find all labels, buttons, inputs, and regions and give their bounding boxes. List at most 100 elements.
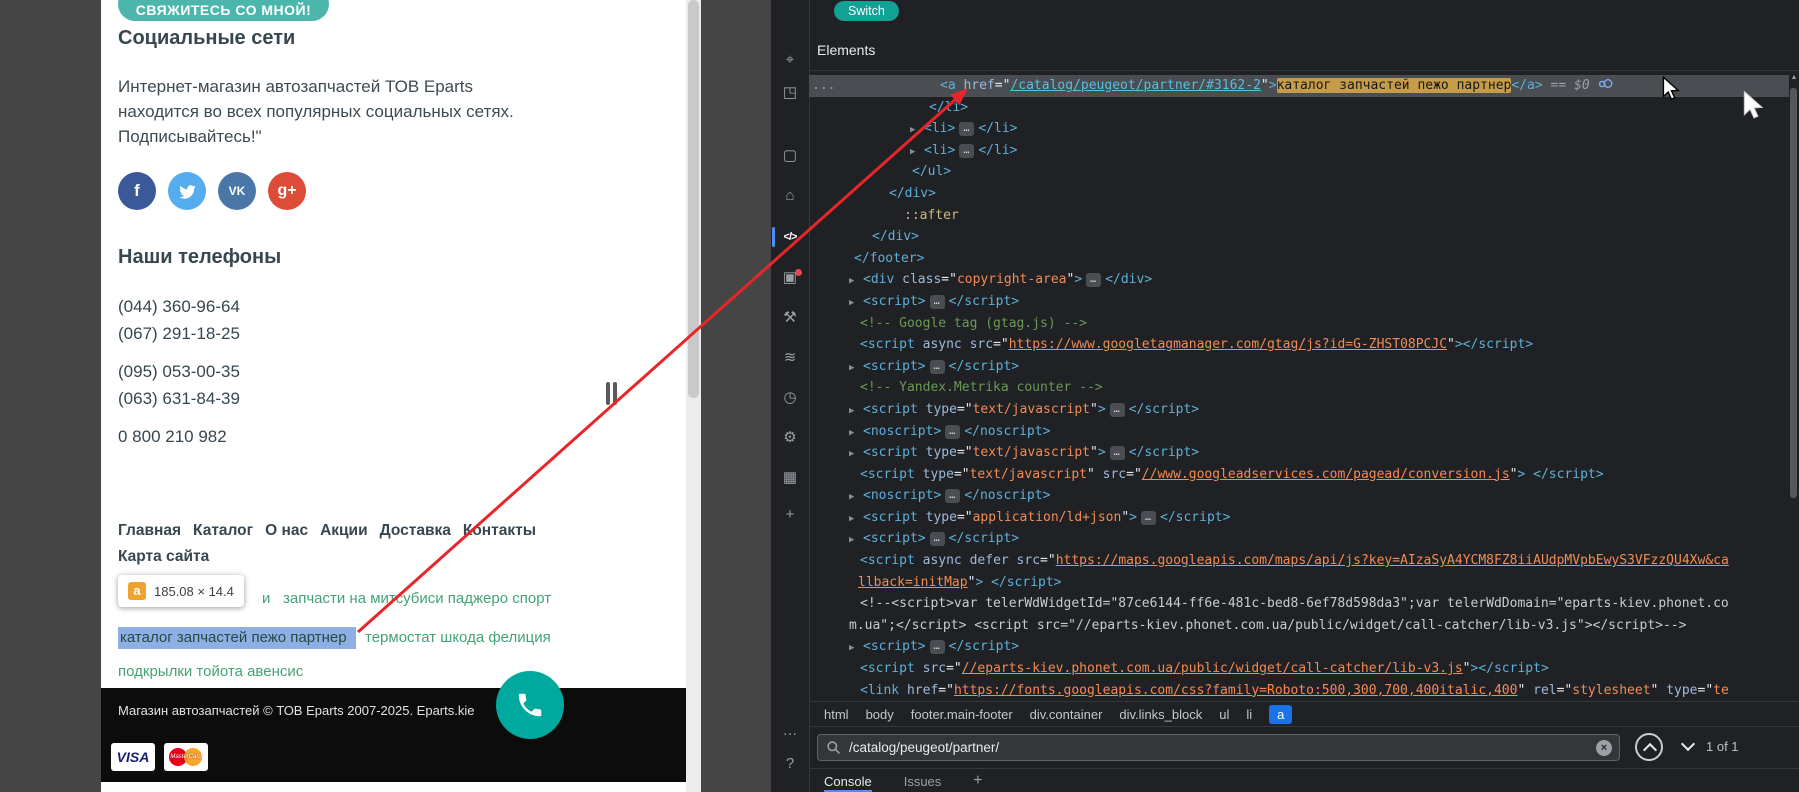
code-line[interactable]: <script async src="https://www.googletag… <box>809 334 1789 356</box>
code-line[interactable]: llback=initMap"> </script> <box>809 572 1789 594</box>
sitemap-link-inspected[interactable]: каталог запчастей пежо партнер <box>118 627 356 649</box>
help-icon[interactable]: ? <box>771 753 809 775</box>
code-line[interactable]: </div> <box>809 226 1789 248</box>
nav-link-catalog[interactable]: Каталог <box>193 522 253 540</box>
expand-arrow-icon[interactable]: ▶ <box>849 444 863 466</box>
code-line[interactable]: <script src="//eparts-kiev.phonet.com.ua… <box>809 658 1789 680</box>
code-line[interactable]: <script async defer src="https://maps.go… <box>809 550 1789 572</box>
more-tools-icon[interactable]: … <box>771 720 809 742</box>
inline-expand-button[interactable]: … <box>930 640 945 654</box>
scroll-up-icon[interactable]: ▲ <box>1789 74 1799 81</box>
vk-icon[interactable]: VK <box>218 172 256 210</box>
resize-handle-icon[interactable] <box>606 382 617 405</box>
tab-elements[interactable]: Elements <box>817 42 875 58</box>
code-token-link[interactable]: llback=initMap <box>858 575 968 590</box>
sitemap-link[interactable]: термостат шкода фелиция <box>365 627 551 649</box>
tab-console[interactable]: Console <box>824 770 872 792</box>
breadcrumb-item[interactable]: body <box>866 707 894 722</box>
code-token-link[interactable]: https://maps.googleapis.com/maps/api/js?… <box>1056 553 1729 568</box>
page-scrollbar-thumb[interactable] <box>688 0 699 398</box>
code-line[interactable]: ▶<script>…</script> <box>809 291 1789 313</box>
inline-expand-button[interactable]: … <box>930 295 945 309</box>
code-line-selected[interactable]: ...<a href="/catalog/peugeot/partner/#31… <box>809 75 1789 97</box>
inline-expand-button[interactable]: … <box>1141 511 1156 525</box>
code-line[interactable]: ▶<noscript>…</noscript> <box>809 421 1789 443</box>
code-line[interactable]: <link href="https://fonts.googleapis.com… <box>809 680 1789 702</box>
contact-button[interactable]: СВЯЖИТЕСЬ СО МНОЙ! <box>118 0 329 21</box>
clear-search-icon[interactable]: × <box>1596 740 1612 756</box>
twitter-icon[interactable] <box>168 172 206 210</box>
expand-arrow-icon[interactable]: ▶ <box>849 509 863 531</box>
expand-arrow-icon[interactable]: ▶ <box>849 530 863 552</box>
inline-expand-button[interactable]: … <box>930 532 945 546</box>
storage-icon[interactable]: ▦ <box>771 467 809 489</box>
expand-arrow-icon[interactable]: ▶ <box>849 638 863 660</box>
expand-arrow-icon[interactable]: ▶ <box>849 423 863 445</box>
code-line[interactable]: ▶<li>…</li> <box>809 140 1789 162</box>
code-line[interactable]: </li> <box>809 97 1789 119</box>
facebook-icon[interactable]: f <box>118 172 156 210</box>
find-next-button[interactable] <box>1678 737 1698 757</box>
tools-icon[interactable]: ⚒ <box>771 307 809 329</box>
breadcrumb-item[interactable]: div.links_block <box>1119 707 1202 722</box>
page-scrollbar[interactable] <box>686 0 701 792</box>
breadcrumb-item-active[interactable]: a <box>1269 705 1292 724</box>
inspect-icon[interactable]: ⌖ <box>771 49 809 71</box>
performance-icon[interactable]: ◷ <box>771 387 809 409</box>
inline-expand-button[interactable]: … <box>945 425 960 439</box>
sitemap-link[interactable]: подкрылки тойота авенсис <box>118 663 303 680</box>
code-line[interactable]: ▶<script>…</script> <box>809 636 1789 658</box>
expand-arrow-icon[interactable]: ▶ <box>849 487 863 509</box>
expand-arrow-icon[interactable]: ▶ <box>849 293 863 315</box>
expand-arrow-icon[interactable]: ▶ <box>849 401 863 423</box>
add-drawer-tab-button[interactable]: + <box>973 772 982 790</box>
inline-expand-button[interactable]: … <box>1110 446 1125 460</box>
home-icon[interactable]: ⌂ <box>771 185 809 207</box>
code-line[interactable]: <!-- Yandex.Metrika counter --> <box>809 377 1789 399</box>
code-line[interactable]: ::after <box>809 205 1789 227</box>
code-token-link[interactable]: //eparts-kiev.phonet.com.ua/public/widge… <box>962 661 1463 676</box>
elements-panel-icon[interactable]: </> <box>771 226 809 248</box>
devtools-scrollbar-thumb[interactable] <box>1790 88 1797 498</box>
expand-arrow-icon[interactable]: ▶ <box>910 142 924 164</box>
element-picker-icon[interactable]: ▣ <box>771 267 809 289</box>
breadcrumb-item[interactable]: div.container <box>1030 707 1103 722</box>
device-emulation-icon[interactable]: ◳ <box>771 82 809 104</box>
code-line[interactable]: ▶<noscript>…</noscript> <box>809 485 1789 507</box>
network-icon[interactable]: ≋ <box>771 347 809 369</box>
breadcrumb-item[interactable]: ul <box>1219 707 1229 722</box>
find-previous-button[interactable] <box>1635 733 1663 761</box>
nav-link-promos[interactable]: Акции <box>320 522 368 540</box>
inline-expand-button[interactable]: … <box>930 360 945 374</box>
switch-button[interactable]: Switch <box>834 1 899 21</box>
inline-expand-button[interactable]: … <box>1110 403 1125 417</box>
code-line[interactable]: ▶<script type="application/ld+json">…</s… <box>809 507 1789 529</box>
nav-link-delivery[interactable]: Доставка <box>380 522 451 540</box>
google-plus-icon[interactable]: g+ <box>268 172 306 210</box>
call-button[interactable] <box>496 671 564 739</box>
code-line[interactable]: </footer> <box>809 248 1789 270</box>
sitemap-link-fragment[interactable]: и <box>262 590 270 607</box>
code-token-link2[interactable]: /catalog/peugeot/partner/#3162-2 <box>1010 78 1260 93</box>
code-line[interactable]: ▶<div class="copyright-area">…</div> <box>809 269 1789 291</box>
inline-expand-button[interactable]: … <box>945 489 960 503</box>
code-line[interactable]: ▶<li>…</li> <box>809 118 1789 140</box>
code-token-link[interactable]: https://www.googletagmanager.com/gtag/js… <box>1009 337 1447 352</box>
code-token-link[interactable]: //www.googleadservices.com/pagead/conver… <box>1142 467 1510 482</box>
inline-expand-button[interactable]: … <box>959 144 974 158</box>
add-panel-icon[interactable]: + <box>771 504 809 526</box>
code-line[interactable]: </ul> <box>809 161 1789 183</box>
breadcrumb-item[interactable]: li <box>1246 707 1252 722</box>
code-line[interactable]: ▶<script>…</script> <box>809 528 1789 550</box>
breadcrumb-item[interactable]: html <box>824 707 849 722</box>
search-input[interactable]: /catalog/peugeot/partner/ × <box>817 734 1620 761</box>
inline-expand-button[interactable]: … <box>959 122 974 136</box>
expand-arrow-icon[interactable]: ▶ <box>849 358 863 380</box>
expand-arrow-icon[interactable]: ▶ <box>849 271 863 293</box>
nav-link-contacts[interactable]: Контакты <box>463 522 536 540</box>
code-line[interactable]: <!--<script>var telerWdWidgetId="87ce614… <box>809 593 1789 615</box>
tab-issues[interactable]: Issues <box>904 770 942 792</box>
expand-arrow-icon[interactable]: ▶ <box>910 120 924 142</box>
nav-link-home[interactable]: Главная <box>118 522 181 540</box>
code-line[interactable]: ▶<script type="text/javascript">…</scrip… <box>809 442 1789 464</box>
